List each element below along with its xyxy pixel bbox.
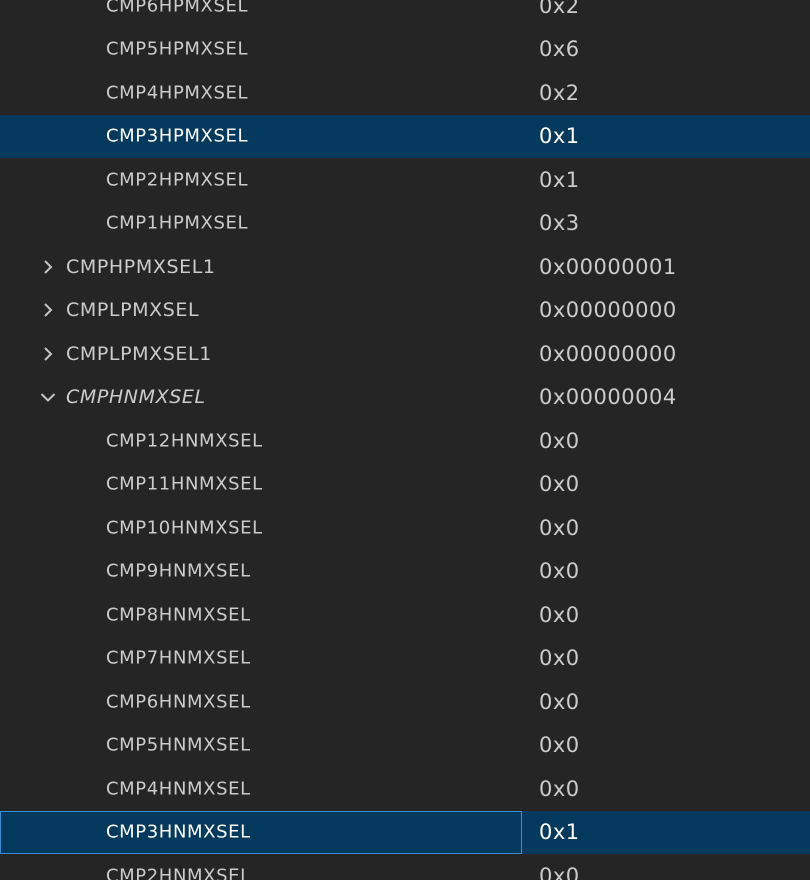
register-name: CMPHNMXSEL xyxy=(66,386,206,409)
register-name: CMP1HPMXSEL xyxy=(106,212,249,234)
register-name: CMPHPMXSEL1 xyxy=(66,255,216,278)
register-value: 0x3 xyxy=(539,211,580,236)
register-value: 0x0 xyxy=(539,602,580,627)
tree-row[interactable]: CMP6HNMXSEL 0x0 xyxy=(0,680,810,724)
register-name-cell[interactable]: CMP4HNMXSEL xyxy=(0,767,522,811)
register-name: CMP4HNMXSEL xyxy=(106,778,251,800)
register-name-cell[interactable]: CMP6HPMXSEL xyxy=(0,0,522,28)
chevron-right-icon[interactable] xyxy=(38,257,58,277)
register-name-cell[interactable]: CMP4HPMXSEL xyxy=(0,71,522,115)
tree-row[interactable]: CMP4HPMXSEL 0x2 xyxy=(0,71,810,115)
tree-row[interactable]: CMPHPMXSEL1 0x00000001 xyxy=(0,245,810,289)
register-value: 0x0 xyxy=(539,646,580,671)
register-name: CMPLPMXSEL xyxy=(66,299,200,322)
register-value: 0x0 xyxy=(539,472,580,497)
register-name: CMP11HNMXSEL xyxy=(106,473,263,495)
register-name-cell[interactable]: CMP12HNMXSEL xyxy=(0,419,522,463)
register-name: CMP10HNMXSEL xyxy=(106,517,263,539)
register-value: 0x00000004 xyxy=(539,385,677,410)
register-name: CMP3HPMXSEL xyxy=(106,125,249,147)
tree-row[interactable]: CMP5HPMXSEL 0x6 xyxy=(0,28,810,72)
register-name-cell[interactable]: CMPHPMXSEL1 xyxy=(0,245,522,289)
chevron-right-icon[interactable] xyxy=(38,300,58,320)
tree-row[interactable]: CMP12HNMXSEL 0x0 xyxy=(0,419,810,463)
register-name-cell[interactable]: CMP6HNMXSEL xyxy=(0,680,522,724)
chevron-right-icon[interactable] xyxy=(38,344,58,364)
tree-row[interactable]: CMP1HPMXSEL 0x3 xyxy=(0,202,810,246)
register-value: 0x0 xyxy=(539,559,580,584)
register-name: CMP9HNMXSEL xyxy=(106,560,251,582)
register-name: CMP7HNMXSEL xyxy=(106,647,251,669)
register-name-cell[interactable]: CMP3HPMXSEL xyxy=(0,115,522,159)
register-name: CMP2HPMXSEL xyxy=(106,169,249,191)
register-value: 0x0 xyxy=(539,515,580,540)
register-name: CMP12HNMXSEL xyxy=(106,430,263,452)
tree-row[interactable]: CMP8HNMXSEL 0x0 xyxy=(0,593,810,637)
register-value: 0x1 xyxy=(539,820,580,845)
tree-row[interactable]: CMPLPMXSEL1 0x00000000 xyxy=(0,332,810,376)
register-name: CMP6HNMXSEL xyxy=(106,691,251,713)
register-value: 0x0 xyxy=(539,689,580,714)
register-value: 0x6 xyxy=(539,37,580,62)
register-name: CMP6HPMXSEL xyxy=(106,0,249,17)
register-value: 0x00000001 xyxy=(539,254,677,279)
register-name: CMP8HNMXSEL xyxy=(106,604,251,626)
register-name-cell[interactable]: CMPHNMXSEL xyxy=(0,376,522,420)
register-value: 0x2 xyxy=(539,80,580,105)
register-name: CMP4HPMXSEL xyxy=(106,82,249,104)
register-value: 0x1 xyxy=(539,124,580,149)
register-rows: CMP6HPMXSEL 0x2 CMP5HPMXSEL 0x6 CMP4HPMXSEL 0… xyxy=(0,0,810,880)
register-name-cell[interactable]: CMPLPMXSEL xyxy=(0,289,522,333)
register-value: 0x0 xyxy=(539,733,580,758)
register-name-cell[interactable]: CMP3HNMXSEL xyxy=(0,810,522,854)
register-name-cell[interactable]: CMP2HNMXSEL xyxy=(0,854,522,880)
tree-row[interactable]: CMPLPMXSEL 0x00000000 xyxy=(0,289,810,333)
register-name-cell[interactable]: CMP8HNMXSEL xyxy=(0,593,522,637)
register-name-cell[interactable]: CMP2HPMXSEL xyxy=(0,158,522,202)
register-name: CMP2HNMXSEL xyxy=(106,865,251,880)
register-name-cell[interactable]: CMP1HPMXSEL xyxy=(0,202,522,246)
register-value: 0x0 xyxy=(539,776,580,801)
tree-row[interactable]: CMPHNMXSEL 0x00000004 xyxy=(0,376,810,420)
register-name-cell[interactable]: CMP7HNMXSEL xyxy=(0,637,522,681)
register-name-cell[interactable]: CMP9HNMXSEL xyxy=(0,550,522,594)
register-value: 0x1 xyxy=(539,167,580,192)
register-name-cell[interactable]: CMP5HNMXSEL xyxy=(0,724,522,768)
register-value: 0x2 xyxy=(539,0,580,18)
register-value: 0x0 xyxy=(539,863,580,880)
chevron-down-icon[interactable] xyxy=(38,387,58,407)
register-name: CMP5HNMXSEL xyxy=(106,734,251,756)
register-name-cell[interactable]: CMPLPMXSEL1 xyxy=(0,332,522,376)
register-name-cell[interactable]: CMP10HNMXSEL xyxy=(0,506,522,550)
tree-row[interactable]: CMP3HNMXSEL 0x1 xyxy=(0,810,810,854)
tree-row[interactable]: CMP10HNMXSEL 0x0 xyxy=(0,506,810,550)
tree-row[interactable]: CMP7HNMXSEL 0x0 xyxy=(0,637,810,681)
tree-row[interactable]: CMP3HPMXSEL 0x1 xyxy=(0,114,810,159)
tree-row[interactable]: CMP2HNMXSEL 0x0 xyxy=(0,854,810,880)
register-value: 0x0 xyxy=(539,428,580,453)
register-value: 0x00000000 xyxy=(539,341,677,366)
register-tree: CMP6HPMXSEL 0x2 CMP5HPMXSEL 0x6 CMP4HPMXSEL 0… xyxy=(0,0,810,880)
tree-row[interactable]: CMP11HNMXSEL 0x0 xyxy=(0,463,810,507)
tree-row[interactable]: CMP9HNMXSEL 0x0 xyxy=(0,550,810,594)
tree-row[interactable]: CMP4HNMXSEL 0x0 xyxy=(0,767,810,811)
register-name-cell[interactable]: CMP5HPMXSEL xyxy=(0,28,522,72)
register-name: CMPLPMXSEL1 xyxy=(66,342,212,365)
tree-row[interactable]: CMP2HPMXSEL 0x1 xyxy=(0,158,810,202)
register-name-cell[interactable]: CMP11HNMXSEL xyxy=(0,463,522,507)
register-name: CMP3HNMXSEL xyxy=(106,821,251,843)
register-name: CMP5HPMXSEL xyxy=(106,38,249,60)
register-value: 0x00000000 xyxy=(539,298,677,323)
tree-row[interactable]: CMP5HNMXSEL 0x0 xyxy=(0,724,810,768)
tree-row[interactable]: CMP6HPMXSEL 0x2 xyxy=(0,0,810,28)
